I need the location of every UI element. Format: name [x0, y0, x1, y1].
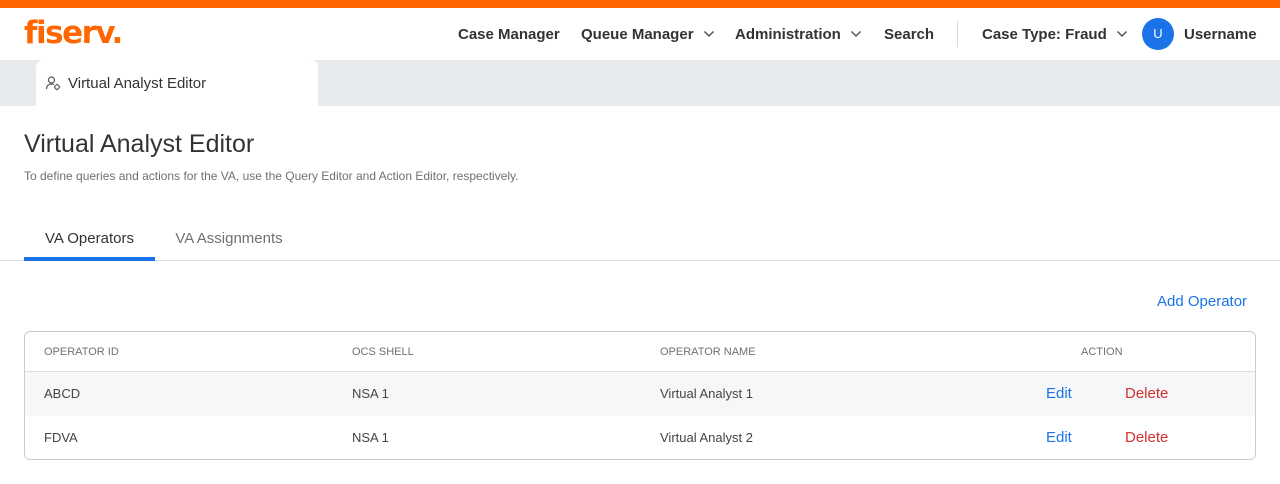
brand-top-strip [0, 0, 1280, 8]
cell-ocs-shell: NSA 1 [352, 386, 389, 401]
nav-case-manager-label: Case Manager [458, 25, 560, 43]
case-type-dropdown[interactable]: Case Type: Fraud [982, 8, 1128, 60]
nav-administration[interactable]: Administration [735, 8, 862, 60]
app-header: fiserv. Case Manager Queue Manager Admin… [0, 8, 1280, 60]
column-header-action: ACTION [1081, 346, 1123, 358]
user-gear-icon [45, 76, 61, 91]
column-header-ocs-shell: OCS SHELL [352, 346, 414, 358]
edit-button[interactable]: Edit [1046, 416, 1072, 459]
nav-queue-manager-label: Queue Manager [581, 25, 694, 43]
table-row: ABCD NSA 1 Virtual Analyst 1 Edit Delete [25, 372, 1255, 416]
chevron-down-icon [703, 30, 714, 38]
case-type-label: Case Type: Fraud [982, 25, 1107, 43]
table-header: OPERATOR ID OCS SHELL OPERATOR NAME ACTI… [25, 332, 1255, 372]
delete-button[interactable]: Delete [1125, 416, 1168, 459]
chevron-down-icon [850, 30, 861, 38]
tab-va-assignments[interactable]: VA Assignments [155, 218, 303, 261]
nav-divider [957, 21, 958, 47]
document-tab-virtual-analyst-editor[interactable]: Virtual Analyst Editor [36, 60, 319, 106]
cell-ocs-shell: NSA 1 [352, 430, 389, 445]
operators-table: OPERATOR ID OCS SHELL OPERATOR NAME ACTI… [24, 331, 1256, 460]
nav-search-label: Search [884, 25, 935, 43]
page-subtitle: To define queries and actions for the VA… [24, 169, 519, 183]
chevron-down-icon [1116, 30, 1127, 38]
cell-operator-name: Virtual Analyst 2 [660, 430, 753, 445]
column-header-operator-name: OPERATOR NAME [660, 346, 756, 358]
section-tabs: VA Operators VA Assignments [0, 218, 1280, 261]
column-header-operator-id: OPERATOR ID [44, 346, 119, 358]
document-tab-label: Virtual Analyst Editor [68, 74, 207, 92]
nav-administration-label: Administration [735, 25, 841, 43]
username[interactable]: Username [1184, 8, 1257, 60]
tab-divider [318, 60, 332, 106]
cell-operator-name: Virtual Analyst 1 [660, 386, 753, 401]
add-operator-button[interactable]: Add Operator [1157, 293, 1247, 310]
fiserv-logo[interactable]: fiserv. [24, 16, 123, 50]
avatar[interactable]: U [1142, 18, 1174, 50]
tab-va-operators[interactable]: VA Operators [24, 218, 155, 261]
delete-button[interactable]: Delete [1125, 372, 1168, 416]
cell-operator-id: FDVA [44, 430, 78, 445]
nav-case-manager[interactable]: Case Manager [458, 8, 560, 60]
nav-queue-manager[interactable]: Queue Manager [581, 8, 715, 60]
nav-search[interactable]: Search [884, 8, 934, 60]
page-title: Virtual Analyst Editor [24, 130, 255, 158]
table-row: FDVA NSA 1 Virtual Analyst 2 Edit Delete [25, 416, 1255, 459]
edit-button[interactable]: Edit [1046, 372, 1072, 416]
cell-operator-id: ABCD [44, 386, 81, 401]
document-tab-bar: Virtual Analyst Editor [0, 60, 1280, 106]
